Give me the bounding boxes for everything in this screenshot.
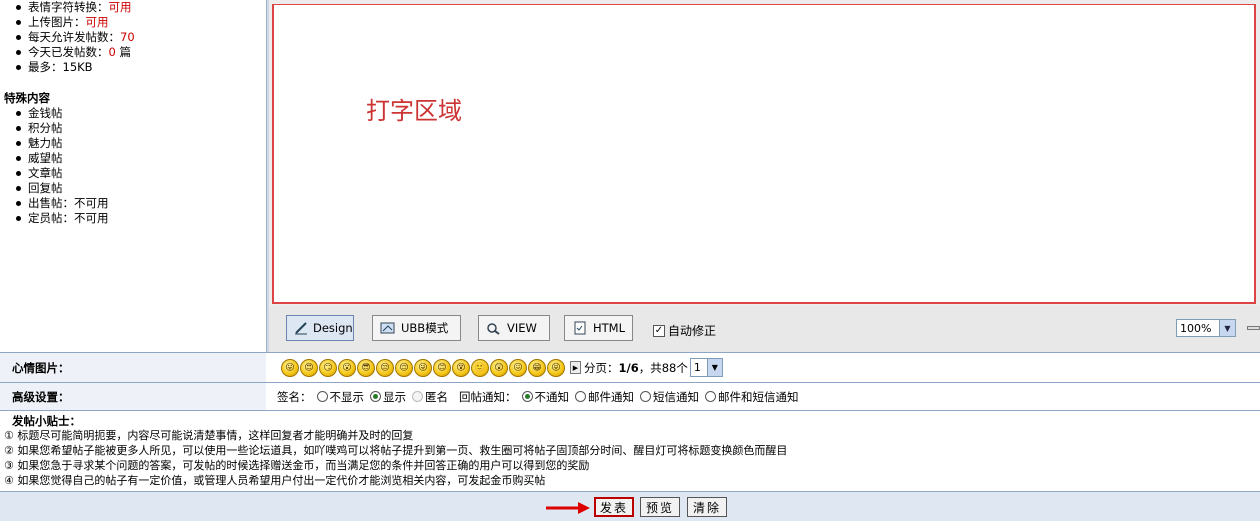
ubb-mode-button[interactable]: UBB模式 [372,315,461,341]
html-icon [572,320,588,336]
signature-show-radio[interactable]: 显示 [367,389,406,405]
signature-label: 签名： [277,389,312,404]
list-item: 魅力帖 [12,136,266,151]
notify-sms-radio[interactable]: 短信通知 [637,389,699,405]
notify-email-radio[interactable]: 邮件通知 [572,389,634,405]
list-item: 文章帖 [12,166,266,181]
ubb-icon [380,320,396,336]
list-item: 出售帖：不可用 [12,196,266,211]
chevron-down-icon: ▼ [1219,320,1235,336]
page-info: 分页：1/6，共88个 [584,360,688,375]
list-item: 金钱帖 [12,106,266,121]
view-icon [486,320,502,336]
tip-line: ③ 如果您急于寻求某个问题的答案，可发帖的时候选择赠送金币，而当满足您的条件并回… [4,459,590,472]
submit-button[interactable]: 发表 [594,497,634,517]
reply-notify-label: 回帖通知： [459,389,517,404]
list-item: 每天允许发帖数：70 [12,30,266,45]
permission-list: 表情字符转换：可用 上传图片：可用 每天允许发帖数：70 今天已发帖数：0 篇 … [0,0,266,75]
notify-none-radio[interactable]: 不通知 [519,389,569,405]
emoticon-icon[interactable]: 😏 [319,358,337,377]
chevron-down-icon: ▼ [706,359,722,376]
posting-tips: 发帖小贴士： ① 标题尽可能简明扼要，内容尽可能说清楚事情，这样回复者才能明确并… [0,410,1260,491]
list-item: 定员帖：不可用 [12,211,266,226]
emoticon-icon[interactable]: 😜 [414,358,432,377]
list-item: 最多：15KB [12,60,266,75]
mood-image-label: 心情图片： [0,353,266,382]
editor-text-area[interactable]: 打字区域 [272,4,1256,304]
advanced-settings-row: 高级设置： 签名： 不显示 显示 匿名 回帖通知： 不通知 邮件通知 短信通知 … [0,382,1260,410]
clear-button[interactable]: 清除 [687,497,727,517]
preview-button[interactable]: 预览 [640,497,680,517]
mood-image-body: 😛 😍 😏 😮 😎 😒 😌 😜 😊 😵 🙂 😲 😖 😁 😝 ▶ 分页：1/6，共… [269,353,1260,382]
action-bar: 发表 预览 清除 [0,491,1260,521]
html-mode-button[interactable]: HTML [564,315,633,341]
emoticon-icon[interactable]: 😍 [300,358,318,377]
typing-area-annotation: 打字区域 [366,97,462,125]
emoticon-icon[interactable]: 😌 [395,358,413,377]
list-item: 威望帖 [12,151,266,166]
anonymous-radio[interactable]: 匿名 [409,389,448,405]
advanced-settings-label: 高级设置： [0,383,266,410]
emoticon-icon[interactable]: 😒 [376,358,394,377]
emoticon-icon[interactable]: 😝 [547,358,565,377]
emoticon-icon[interactable]: 😵 [452,358,470,377]
special-content-list: 金钱帖 积分帖 魅力帖 威望帖 文章帖 回复帖 出售帖：不可用 定员帖：不可用 [0,106,266,226]
resize-handle[interactable] [1247,326,1260,330]
list-item: 回复帖 [12,181,266,196]
special-content-title: 特殊内容 [4,91,50,105]
signature-hide-radio[interactable]: 不显示 [314,389,364,405]
editor-container: 打字区域 Design UBB模式 VIEW HTML ✓ 自动修正 100% … [269,0,1260,352]
advanced-settings-body: 签名： 不显示 显示 匿名 回帖通知： 不通知 邮件通知 短信通知 邮件和短信通… [269,383,1260,410]
emoticon-icon[interactable]: 😛 [281,358,299,377]
design-icon [294,320,308,336]
red-arrow-annotation-icon [546,502,590,514]
next-page-arrow-icon[interactable]: ▶ [570,361,581,374]
tip-line: ① 标题尽可能简明扼要，内容尽可能说清楚事情，这样回复者才能明确并及时的回复 [4,429,414,442]
checkbox-checked-icon: ✓ [653,324,665,337]
tip-line: ② 如果您希望帖子能被更多人所见，可以使用一些论坛道具，如吖噗鸡可以将帖子提升到… [4,444,788,457]
view-mode-button[interactable]: VIEW [478,315,550,341]
emoticon-icon[interactable]: 😖 [509,358,527,377]
notify-email-sms-radio[interactable]: 邮件和短信通知 [702,389,799,405]
list-item: 上传图片：可用 [12,15,266,30]
mood-image-row: 心情图片： 😛 😍 😏 😮 😎 😒 😌 😜 😊 😵 🙂 😲 😖 😁 😝 ▶ 分页… [0,352,1260,382]
left-info-panel: 表情字符转换：可用 上传图片：可用 每天允许发帖数：70 今天已发帖数：0 篇 … [0,0,266,352]
list-item: 今天已发帖数：0 篇 [12,45,266,60]
autofix-checkbox[interactable]: ✓ 自动修正 [653,322,716,339]
emoticon-icon[interactable]: 😊 [433,358,451,377]
list-item: 积分帖 [12,121,266,136]
emoticon-icon[interactable]: 😮 [338,358,356,377]
tips-title: 发帖小贴士： [12,414,81,428]
page-select[interactable]: 1 ▼ [689,358,723,377]
emoticon-list: 😛 😍 😏 😮 😎 😒 😌 😜 😊 😵 🙂 😲 😖 😁 😝 [281,358,566,377]
editor-mode-toolbar: Design UBB模式 VIEW HTML ✓ 自动修正 100% ▼ [269,306,1260,352]
emoticon-icon[interactable]: 🙂 [471,358,489,377]
design-mode-button[interactable]: Design [286,315,354,341]
list-item: 表情字符转换：可用 [12,0,266,15]
zoom-select[interactable]: 100% ▼ [1176,319,1236,337]
emoticon-icon[interactable]: 😎 [357,358,375,377]
tip-line: ④ 如果您觉得自己的帖子有一定价值，或管理人员希望用户付出一定代价才能浏览相关内… [4,474,546,487]
emoticon-icon[interactable]: 😲 [490,358,508,377]
emoticon-icon[interactable]: 😁 [528,358,546,377]
